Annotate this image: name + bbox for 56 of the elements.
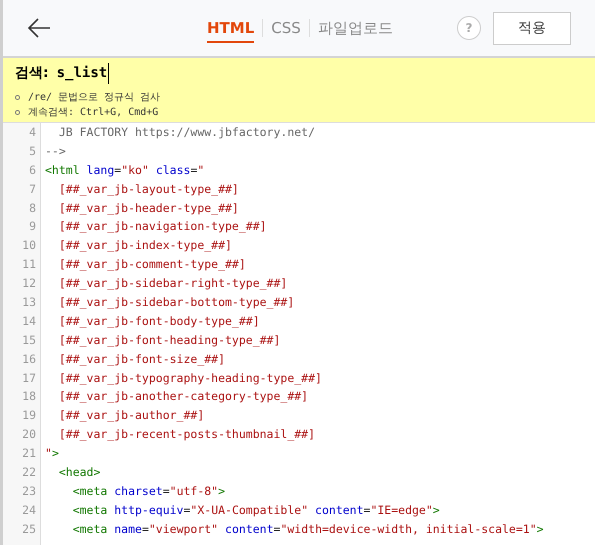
code-line: [##_var_jb-author_##] xyxy=(58,407,206,424)
line-number: 6 xyxy=(29,162,36,179)
line-number: 23 xyxy=(22,482,36,500)
editor-tab[interactable]: 파일업로드 xyxy=(318,12,393,44)
code-line: [##_var_jb-typography-heading-type_##] xyxy=(58,370,323,387)
code-line: <meta http-equiv="X-UA-Compatible" content="IE=edge"> xyxy=(72,502,441,519)
code-line: <meta name="viewport" content="width=device-width, initial-scale=1"> xyxy=(72,520,544,538)
line-number: 5 xyxy=(29,142,36,160)
line-number: 25 xyxy=(22,520,36,538)
code-line: <html lang="ko" class=" xyxy=(45,162,206,179)
line-number: 24 xyxy=(22,502,36,519)
code-line: [##_var_jb-sidebar-right-type_##] xyxy=(58,275,288,292)
back-arrow-icon[interactable] xyxy=(27,18,51,38)
code-line: --> xyxy=(45,142,67,160)
line-number: 14 xyxy=(22,312,36,330)
line-number: 20 xyxy=(22,426,36,444)
code-line: [##_var_jb-index-type_##] xyxy=(58,237,233,254)
hint-text: 계속검색: Ctrl+G, Cmd+G xyxy=(28,106,158,120)
line-number: 15 xyxy=(22,332,36,349)
line-number: 16 xyxy=(22,350,36,368)
line-number: 10 xyxy=(22,237,36,254)
hint-text: /re/ 문법으로 정규식 검사 xyxy=(28,91,160,105)
code-line: [##_var_jb-comment-type_##] xyxy=(58,256,247,274)
code-line: <head> xyxy=(58,464,102,482)
code-line: JB FACTORY https://www.jbfactory.net/ xyxy=(58,124,316,141)
code-line: [##_var_jb-font-size_##] xyxy=(58,350,226,368)
line-number: 11 xyxy=(22,256,36,274)
line-number: 18 xyxy=(22,388,36,406)
code-line: [##_var_jb-font-heading-type_##] xyxy=(58,332,282,349)
code-line: [##_var_jb-navigation-type_##] xyxy=(58,218,268,236)
code-line: "> xyxy=(45,445,60,462)
code-line: [##_var_jb-font-body-type_##] xyxy=(58,312,261,330)
line-number: 19 xyxy=(22,407,36,424)
editor-tab[interactable]: CSS xyxy=(271,12,301,44)
code-line: [##_var_jb-another-category-type_##] xyxy=(58,388,310,406)
line-number: 9 xyxy=(29,218,36,236)
search-label: 검색: xyxy=(15,64,49,83)
line-number: 7 xyxy=(29,180,36,198)
bullet-icon xyxy=(15,95,20,100)
line-number: 8 xyxy=(29,200,36,217)
line-number: 17 xyxy=(22,370,36,387)
bullet-icon xyxy=(15,110,20,115)
code-line: [##_var_jb-sidebar-bottom-type_##] xyxy=(58,294,296,312)
help-button[interactable]: ? xyxy=(457,16,481,40)
code-line: <meta charset="utf-8"> xyxy=(72,482,226,500)
line-number: 22 xyxy=(22,464,36,482)
line-number: 13 xyxy=(22,294,36,312)
line-number: 21 xyxy=(22,445,36,462)
search-field[interactable]: s_list xyxy=(56,63,110,84)
line-number: 12 xyxy=(22,275,36,292)
code-line: [##_var_jb-header-type_##] xyxy=(58,200,240,217)
code-line: [##_var_jb-recent-posts-thumbnail_##] xyxy=(58,426,316,444)
code-line: [##_var_jb-layout-type_##] xyxy=(58,180,240,198)
apply-button[interactable]: 적용 xyxy=(493,12,571,44)
line-number: 4 xyxy=(29,124,36,141)
editor-tab[interactable]: HTML xyxy=(207,12,254,44)
